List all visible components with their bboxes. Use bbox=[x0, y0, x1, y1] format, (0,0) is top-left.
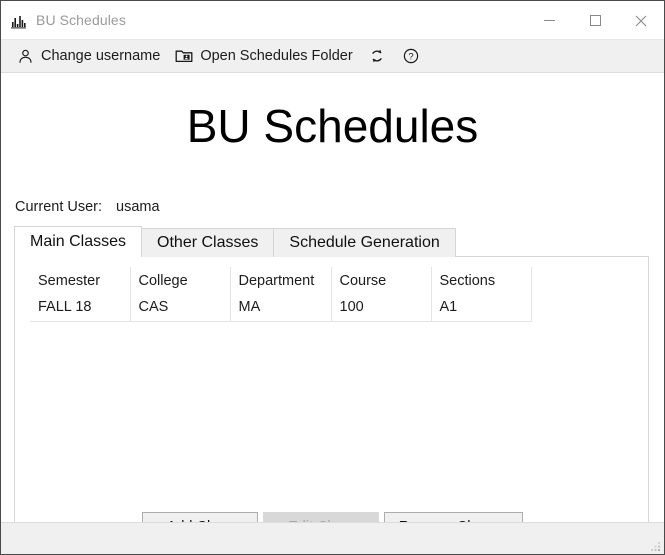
remove-classes-button[interactable]: Remove Classes bbox=[383, 512, 524, 522]
window-title: BU Schedules bbox=[36, 12, 126, 28]
toolbar: Change username Open Schedules Folder ? bbox=[1, 40, 664, 73]
cell-department: MA bbox=[230, 294, 332, 322]
tab-schedule-generation-label: Schedule Generation bbox=[289, 234, 440, 251]
tab-control: Main Classes Other Classes Schedule Gene… bbox=[14, 226, 649, 522]
current-user: Current User: usama bbox=[15, 199, 160, 215]
app-window: BU Schedules Change username Open Schedu… bbox=[0, 0, 665, 555]
change-username-label: Change username bbox=[41, 48, 161, 64]
action-buttons: Add Class Edit Class Remove Classes bbox=[15, 512, 650, 522]
remove-classes-label: Remove Classes bbox=[399, 519, 509, 522]
cell-semester: FALL 18 bbox=[30, 294, 131, 322]
add-class-label: Add Class bbox=[167, 519, 233, 522]
add-class-button[interactable]: Add Class bbox=[141, 512, 258, 522]
title-bar: BU Schedules bbox=[1, 1, 664, 40]
help-button[interactable]: ? bbox=[395, 43, 427, 70]
close-icon bbox=[635, 15, 647, 26]
open-schedules-folder-button[interactable]: Open Schedules Folder bbox=[168, 43, 358, 70]
minimize-button[interactable] bbox=[526, 1, 572, 40]
person-icon bbox=[15, 46, 35, 66]
close-button[interactable] bbox=[618, 1, 664, 40]
resize-grip-icon[interactable] bbox=[649, 539, 661, 551]
cell-college: CAS bbox=[130, 294, 231, 322]
table-header-row: Semester College Department Course Secti… bbox=[30, 267, 532, 294]
tab-strip: Main Classes Other Classes Schedule Gene… bbox=[14, 226, 649, 257]
minimize-icon bbox=[543, 20, 555, 21]
help-circle-icon: ? bbox=[401, 46, 421, 66]
current-user-value: usama bbox=[116, 199, 160, 215]
page-title: BU Schedules bbox=[186, 100, 479, 152]
tab-panel-main-classes: Semester College Department Course Secti… bbox=[14, 256, 649, 522]
main-content: BU Schedules Current User: usama Main Cl… bbox=[1, 73, 664, 522]
svg-text:?: ? bbox=[408, 52, 413, 63]
tab-other-classes[interactable]: Other Classes bbox=[141, 228, 275, 257]
open-schedules-folder-label: Open Schedules Folder bbox=[200, 48, 353, 64]
edit-class-button: Edit Class bbox=[262, 512, 379, 522]
cell-sections: A1 bbox=[431, 294, 532, 322]
column-header-course[interactable]: Course bbox=[331, 267, 432, 294]
cell-course: 100 bbox=[331, 294, 432, 322]
folder-image-icon bbox=[174, 46, 194, 66]
tab-schedule-generation[interactable]: Schedule Generation bbox=[273, 228, 456, 257]
tab-other-classes-label: Other Classes bbox=[157, 234, 259, 251]
status-bar bbox=[1, 522, 664, 554]
classes-table: Semester College Department Course Secti… bbox=[30, 267, 532, 322]
maximize-icon bbox=[589, 15, 601, 26]
column-header-department[interactable]: Department bbox=[230, 267, 332, 294]
change-username-button[interactable]: Change username bbox=[9, 43, 166, 70]
current-user-label: Current User: bbox=[15, 199, 103, 215]
refresh-button[interactable] bbox=[361, 43, 393, 70]
refresh-icon bbox=[367, 46, 387, 66]
column-header-semester[interactable]: Semester bbox=[30, 267, 131, 294]
maximize-button[interactable] bbox=[572, 1, 618, 40]
tab-main-classes[interactable]: Main Classes bbox=[14, 226, 143, 257]
tab-main-classes-label: Main Classes bbox=[30, 233, 127, 250]
column-header-college[interactable]: College bbox=[130, 267, 231, 294]
table-row[interactable]: FALL 18 CAS MA 100 A1 bbox=[30, 294, 532, 322]
window-controls bbox=[526, 1, 664, 40]
column-header-sections[interactable]: Sections bbox=[431, 267, 532, 294]
chart-bars-icon bbox=[10, 11, 28, 29]
edit-class-label: Edit Class bbox=[288, 519, 353, 522]
